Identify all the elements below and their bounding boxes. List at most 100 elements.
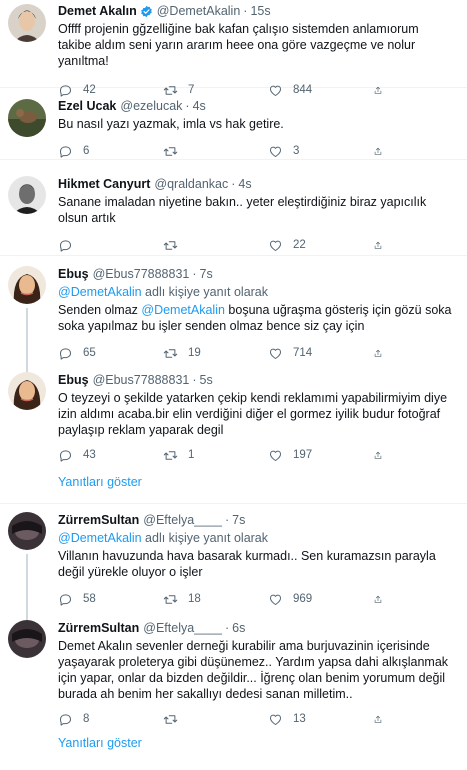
heart-icon bbox=[270, 594, 281, 605]
reply-icon bbox=[60, 713, 71, 726]
timestamp[interactable]: 6s bbox=[232, 620, 245, 636]
tweet-actions: 8 13 bbox=[58, 704, 455, 734]
retweet-button[interactable] bbox=[163, 712, 268, 727]
share-button[interactable] bbox=[373, 712, 393, 727]
display-name[interactable]: Ezel Ucak bbox=[58, 98, 116, 114]
show-replies-link[interactable]: Yanıtları göster bbox=[0, 470, 467, 504]
timestamp[interactable]: 15s bbox=[250, 3, 270, 19]
retweet-button[interactable]: 1 bbox=[163, 448, 268, 463]
handle[interactable]: @qraldankac bbox=[154, 176, 228, 192]
like-button[interactable]: 22 bbox=[268, 238, 373, 253]
share-button[interactable] bbox=[373, 346, 393, 361]
replying-to: @DemetAkalin adlı kişiye yanıt olarak bbox=[58, 530, 455, 546]
thread-line bbox=[26, 308, 28, 372]
tweet-header: Ebuş @Ebus77888831 · 7s bbox=[58, 266, 455, 282]
reply-count: 8 bbox=[83, 713, 90, 725]
retweet-icon bbox=[163, 240, 178, 250]
reply-button[interactable] bbox=[58, 238, 163, 253]
display-name[interactable]: Ebuş bbox=[58, 372, 89, 388]
like-count: 714 bbox=[293, 347, 313, 359]
show-replies-link[interactable]: Yanıtları göster bbox=[0, 736, 467, 756]
like-button[interactable]: 197 bbox=[268, 448, 373, 463]
share-icon bbox=[374, 715, 382, 723]
tweet[interactable]: Ezel Ucak @ezelucak · 4s Bu nasıl yazı y… bbox=[0, 88, 467, 160]
like-count: 3 bbox=[293, 145, 300, 157]
retweet-icon bbox=[163, 146, 178, 156]
timestamp[interactable]: 4s bbox=[238, 176, 251, 192]
like-button[interactable]: 969 bbox=[268, 592, 373, 607]
retweet-button[interactable] bbox=[163, 144, 268, 159]
handle[interactable]: @ezelucak bbox=[120, 98, 182, 114]
handle[interactable]: @DemetAkalin bbox=[157, 3, 241, 19]
mention-link[interactable]: @DemetAkalin bbox=[141, 303, 225, 317]
timestamp[interactable]: 7s bbox=[200, 266, 213, 282]
like-button[interactable]: 13 bbox=[268, 712, 373, 727]
tweet[interactable]: Ebuş @Ebus77888831 · 5s O teyzeyi o şeki… bbox=[0, 368, 467, 470]
retweet-icon bbox=[163, 450, 178, 460]
heart-icon bbox=[270, 348, 281, 359]
retweet-icon bbox=[163, 594, 178, 604]
tweet[interactable]: Ebuş @Ebus77888831 · 7s @DemetAkalin adl… bbox=[0, 256, 467, 372]
timestamp[interactable]: 4s bbox=[193, 98, 206, 114]
separator-dot: · bbox=[224, 513, 230, 527]
avatar[interactable] bbox=[8, 99, 46, 137]
handle[interactable]: @Eftelya____ bbox=[143, 512, 222, 528]
reply-to-label: adlı kişiye yanıt olarak bbox=[141, 285, 269, 299]
tweet[interactable]: ZürremSultan @Eftelya____ · 7s @DemetAka… bbox=[0, 504, 467, 620]
display-name[interactable]: Demet Akalın bbox=[58, 3, 137, 19]
display-name[interactable]: ZürremSultan bbox=[58, 512, 139, 528]
avatar[interactable] bbox=[8, 4, 46, 42]
display-name[interactable]: ZürremSultan bbox=[58, 620, 139, 636]
share-button[interactable] bbox=[373, 448, 393, 463]
tweet-actions: 43 1 197 bbox=[58, 440, 455, 470]
handle[interactable]: @Eftelya____ bbox=[143, 620, 222, 636]
reply-count: 6 bbox=[83, 145, 90, 157]
like-count: 22 bbox=[293, 239, 306, 251]
retweet-button[interactable]: 19 bbox=[163, 346, 268, 361]
reply-button[interactable]: 6 bbox=[58, 144, 163, 159]
avatar[interactable] bbox=[8, 176, 46, 214]
handle[interactable]: @Ebus77888831 bbox=[93, 266, 190, 282]
like-button[interactable]: 714 bbox=[268, 346, 373, 361]
like-count: 13 bbox=[293, 713, 306, 725]
reply-count: 43 bbox=[83, 449, 96, 461]
tweet[interactable]: Demet Akalın @DemetAkalin · 15s Offff pr… bbox=[0, 0, 467, 97]
avatar[interactable] bbox=[8, 512, 46, 550]
reply-button[interactable]: 43 bbox=[58, 448, 163, 463]
reply-button[interactable]: 65 bbox=[58, 346, 163, 361]
tweet-header: Hikmet Canyurt @qraldankac · 4s bbox=[58, 176, 455, 192]
timestamp[interactable]: 5s bbox=[200, 372, 213, 388]
share-button[interactable] bbox=[373, 238, 393, 253]
tweet-text: Senden olmaz @DemetAkalin boşuna uğraşma… bbox=[58, 302, 455, 334]
tweet-text-part: Senden olmaz bbox=[58, 303, 142, 317]
timestamp[interactable]: 7s bbox=[232, 512, 245, 528]
tweet-actions: 58 18 969 bbox=[58, 584, 455, 614]
tweet[interactable]: Hikmet Canyurt @qraldankac · 4s Sanane i… bbox=[0, 160, 467, 256]
display-name[interactable]: Ebuş bbox=[58, 266, 89, 282]
reply-button[interactable]: 58 bbox=[58, 592, 163, 607]
reply-mention-link[interactable]: @DemetAkalin bbox=[58, 285, 142, 299]
retweet-button[interactable] bbox=[163, 238, 268, 253]
reply-button[interactable]: 8 bbox=[58, 712, 163, 727]
tweet-text: Sanane imaladan niyetine bakın.. yeter e… bbox=[58, 195, 427, 225]
avatar[interactable] bbox=[8, 372, 46, 410]
retweet-icon bbox=[163, 714, 178, 724]
share-button[interactable] bbox=[373, 592, 393, 607]
tweet-actions: 65 19 714 bbox=[58, 338, 455, 368]
heart-icon bbox=[270, 714, 281, 725]
handle[interactable]: @Ebus77888831 bbox=[93, 372, 190, 388]
reply-mention-link[interactable]: @DemetAkalin bbox=[58, 531, 142, 545]
share-button[interactable] bbox=[373, 144, 393, 159]
separator-dot: · bbox=[185, 99, 190, 113]
tweet-text: Demet Akalın sevenler derneği kurabilir … bbox=[58, 639, 449, 701]
like-button[interactable]: 3 bbox=[268, 144, 373, 159]
avatar[interactable] bbox=[8, 266, 46, 304]
separator-dot: · bbox=[192, 373, 197, 387]
tweet-header: ZürremSultan @Eftelya____ · 6s bbox=[58, 620, 455, 636]
display-name[interactable]: Hikmet Canyurt bbox=[58, 176, 150, 192]
reply-icon bbox=[60, 449, 71, 462]
tweet[interactable]: ZürremSultan @Eftelya____ · 6s Demet Aka… bbox=[0, 616, 467, 736]
tweet-text: Bu nasıl yazı yazmak, imla vs hak getire… bbox=[58, 117, 284, 131]
avatar[interactable] bbox=[8, 620, 46, 658]
retweet-button[interactable]: 18 bbox=[163, 592, 268, 607]
